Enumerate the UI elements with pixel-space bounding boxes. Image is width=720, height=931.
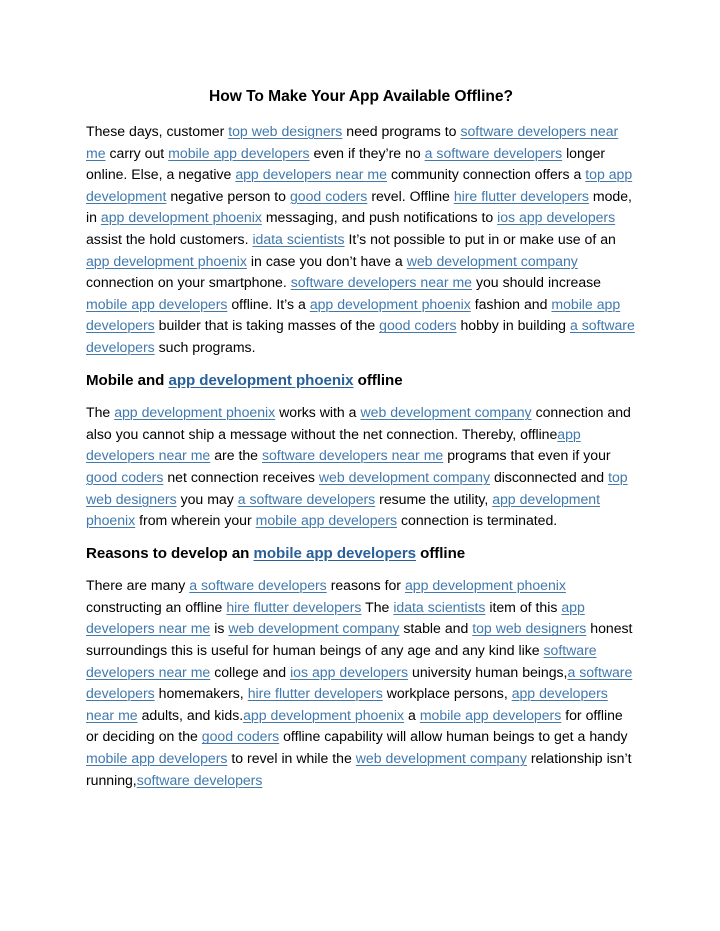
document-body: These days, customer top web designers n…	[86, 121, 637, 802]
body-text: is	[210, 620, 229, 637]
body-text: works with a	[275, 404, 361, 421]
body-text: in case you don’t have a	[246, 252, 407, 269]
body-text: a	[404, 706, 420, 723]
inline-link[interactable]: a software developers	[425, 145, 562, 161]
inline-link[interactable]: good coders	[290, 188, 367, 204]
inline-link[interactable]: app development phoenix	[86, 253, 247, 269]
inline-link[interactable]: mobile app developers	[86, 296, 227, 312]
body-text: assist the hold customers.	[86, 230, 253, 247]
page-title: How To Make Your App Available Offline?	[209, 88, 513, 105]
body-text: college and	[210, 663, 291, 680]
body-text: These days, customer	[86, 123, 229, 139]
body-text: are the	[210, 447, 262, 464]
inline-link[interactable]: app developers near me	[235, 166, 387, 182]
inline-link[interactable]: mobile app developers	[420, 707, 561, 723]
inline-link[interactable]: software developers	[137, 772, 263, 788]
inline-link[interactable]: software developers near me	[262, 447, 443, 463]
body-text: constructing an offline	[86, 598, 227, 615]
body-text: stable and	[399, 620, 473, 637]
inline-link[interactable]: idata scientists	[252, 231, 344, 247]
inline-link[interactable]: hire flutter developers	[454, 188, 589, 204]
inline-link[interactable]: web development company	[228, 620, 399, 636]
paragraph-intro: These days, customer top web designers n…	[86, 121, 637, 359]
body-text: you may	[176, 490, 238, 507]
body-text: offline capability will allow human bein…	[279, 728, 628, 745]
body-text: The	[86, 404, 115, 421]
inline-link[interactable]: good coders	[202, 728, 279, 744]
inline-link[interactable]: app development phoenix	[310, 296, 471, 312]
body-text: hobby in building	[456, 317, 570, 334]
inline-link[interactable]: a software developers	[189, 577, 326, 593]
body-text: fashion and	[470, 295, 552, 312]
inline-link[interactable]: ios app developers	[290, 664, 408, 680]
inline-link[interactable]: mobile app developers	[168, 145, 309, 161]
body-text: revel. Offline	[367, 187, 454, 204]
inline-link[interactable]: top web designers	[228, 123, 342, 139]
body-text: builder that is taking masses of the	[154, 317, 380, 334]
body-text: community connection offers a	[386, 166, 586, 183]
inline-link[interactable]: ios app developers	[497, 209, 615, 225]
body-text: resume the utility,	[375, 490, 493, 507]
inline-link[interactable]: app development phoenix	[101, 209, 262, 225]
paragraph-mobile-offline: The app development phoenix works with a…	[86, 402, 637, 532]
body-text: need programs to	[342, 123, 461, 139]
inline-link[interactable]: hire flutter developers	[226, 599, 361, 615]
body-text: negative person to	[166, 187, 290, 204]
inline-link[interactable]: mobile app developers	[86, 750, 227, 766]
inline-link[interactable]: good coders	[379, 317, 456, 333]
inline-link[interactable]: web development company	[356, 750, 527, 766]
body-text: There are many	[86, 577, 190, 594]
body-text: offline. It’s a	[227, 295, 310, 312]
body-text: programs that even if your	[443, 447, 611, 464]
paragraph-reasons: There are many a software developers rea…	[86, 575, 637, 791]
body-text: you should increase	[472, 274, 601, 291]
document-page: How To Make Your App Available Offline? …	[0, 0, 720, 931]
body-text: from wherein your	[135, 512, 256, 529]
body-text: Reasons to develop an	[86, 544, 254, 562]
body-text: to revel in while the	[227, 750, 356, 767]
body-text: The	[361, 598, 394, 615]
inline-link[interactable]: mobile app developers	[254, 545, 417, 562]
body-text: carry out	[105, 144, 169, 161]
body-text: offline	[353, 371, 403, 389]
body-text: Mobile and	[86, 371, 169, 389]
inline-link[interactable]: good coders	[86, 469, 163, 485]
body-text: It’s not possible to put in or make use …	[344, 230, 616, 247]
inline-link[interactable]: hire flutter developers	[248, 685, 383, 701]
heading-reasons-to-develop: Reasons to develop an mobile app develop…	[86, 543, 637, 565]
body-text: such programs.	[154, 338, 256, 355]
body-text: messaging, and push notifications to	[261, 209, 498, 226]
body-text: disconnected and	[490, 468, 609, 485]
body-text: even if they’re no	[309, 144, 425, 161]
inline-link[interactable]: idata scientists	[393, 599, 485, 615]
heading-mobile-and-offline: Mobile and app development phoenix offli…	[86, 370, 637, 392]
body-text: homemakers,	[154, 685, 248, 702]
inline-link[interactable]: app development phoenix	[405, 577, 566, 593]
body-text: reasons for	[326, 577, 405, 594]
inline-link[interactable]: app development phoenix	[114, 404, 275, 420]
body-text: adults, and kids.	[137, 706, 244, 723]
body-text: workplace persons,	[382, 685, 512, 702]
body-text: connection on your smartphone.	[86, 274, 291, 291]
inline-link[interactable]: web development company	[407, 253, 578, 269]
body-text: offline	[416, 544, 466, 562]
inline-link[interactable]: web development company	[360, 404, 531, 420]
inline-link[interactable]: app development phoenix	[168, 372, 353, 389]
inline-link[interactable]: mobile app developers	[256, 512, 397, 528]
inline-link[interactable]: web development company	[319, 469, 490, 485]
inline-link[interactable]: top web designers	[472, 620, 586, 636]
body-text: connection is terminated.	[397, 512, 558, 529]
inline-link[interactable]: app development phoenix	[243, 707, 404, 723]
inline-link[interactable]: software developers near me	[291, 274, 472, 290]
body-text: university human beings,	[408, 663, 568, 680]
body-text: net connection receives	[163, 468, 319, 485]
body-text: item of this	[485, 598, 562, 615]
inline-link[interactable]: a software developers	[238, 491, 375, 507]
